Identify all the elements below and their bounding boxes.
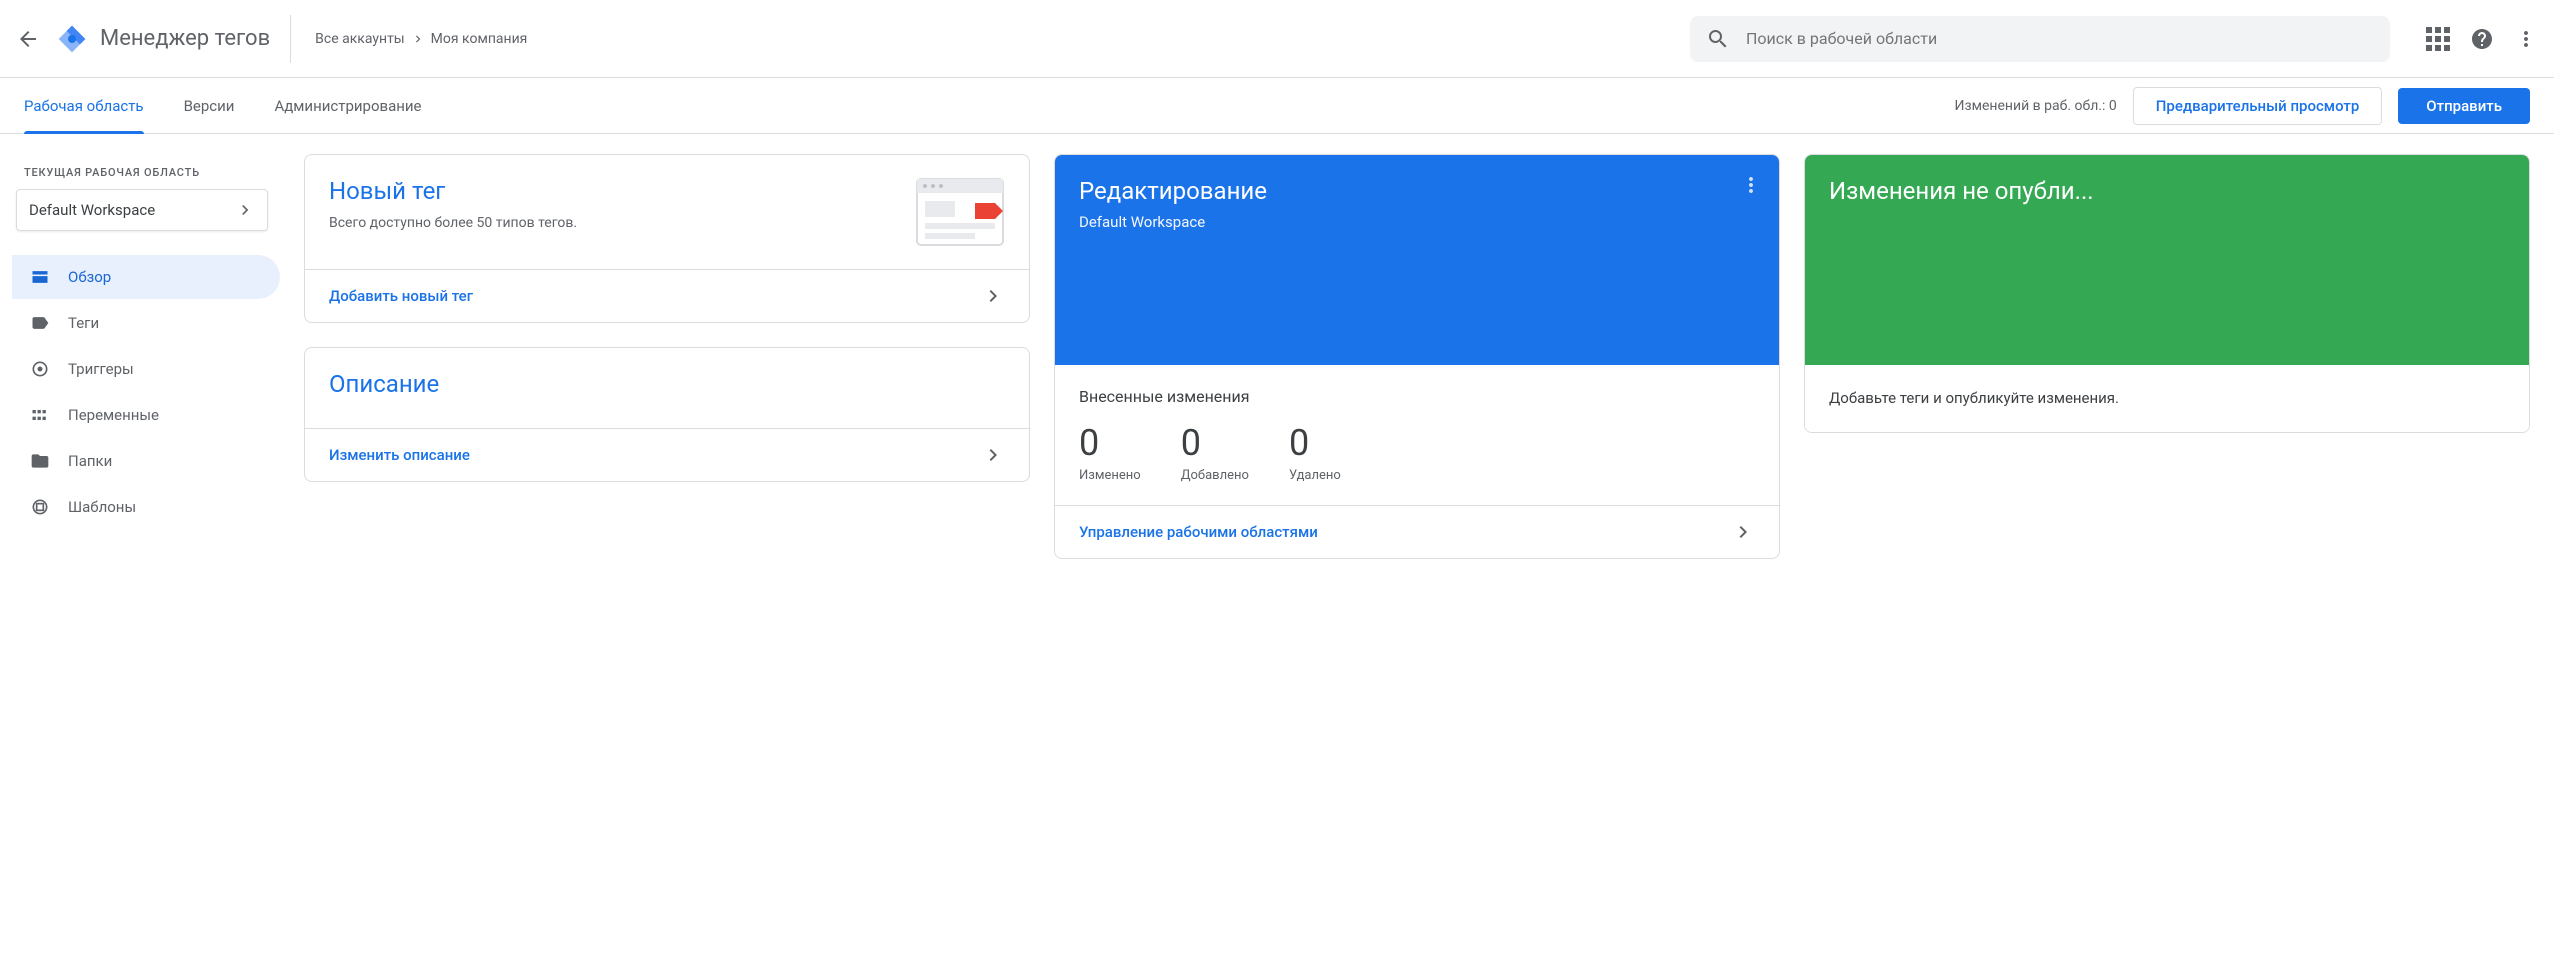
description-title: Описание <box>329 370 1005 398</box>
more-vert-icon <box>2514 27 2538 51</box>
search-box[interactable] <box>1690 16 2390 62</box>
chevron-right-icon <box>235 200 255 220</box>
tab-versions[interactable]: Версии <box>184 78 235 134</box>
apps-grid-icon <box>2426 27 2450 51</box>
chevron-right-icon <box>981 443 1005 467</box>
secondary-bar: Рабочая область Версии Администрирование… <box>0 78 2554 134</box>
changes-count: Изменений в раб. обл.: 0 <box>1955 98 2117 114</box>
stat-added: 0 Добавлено <box>1181 422 1249 483</box>
unpublished-title: Изменения не опубли... <box>1829 177 2505 205</box>
sidebar-item-label: Обзор <box>68 268 111 286</box>
stat-value: 0 <box>1079 422 1141 464</box>
trigger-icon <box>30 359 50 379</box>
apps-button[interactable] <box>2426 27 2450 51</box>
new-tag-subtitle: Всего доступно более 50 типов тегов. <box>329 213 899 234</box>
chevron-right-icon <box>1731 520 1755 544</box>
search-icon <box>1706 27 1730 51</box>
stat-value: 0 <box>1289 422 1341 464</box>
chevron-right-icon <box>411 32 425 46</box>
action-label: Управление рабочими областями <box>1079 523 1318 541</box>
unpublished-card: Изменения не опубли... Добавьте теги и о… <box>1804 154 2530 433</box>
more-button[interactable] <box>2514 27 2538 51</box>
overview-icon <box>30 267 50 287</box>
variables-icon <box>30 405 50 425</box>
submit-button[interactable]: Отправить <box>2398 88 2530 124</box>
sidebar-item-triggers[interactable]: Триггеры <box>12 347 280 391</box>
editing-menu-button[interactable] <box>1739 173 1763 197</box>
action-label: Добавить новый тег <box>329 287 473 305</box>
sidebar: ТЕКУЩАЯ РАБОЧАЯ ОБЛАСТЬ Default Workspac… <box>0 154 280 559</box>
preview-button[interactable]: Предварительный просмотр <box>2133 87 2383 125</box>
changes-heading: Внесенные изменения <box>1079 387 1755 406</box>
sidebar-item-folders[interactable]: Папки <box>12 439 280 483</box>
sidebar-item-label: Папки <box>68 452 112 470</box>
sidebar-item-label: Шаблоны <box>68 498 136 516</box>
tab-workspace[interactable]: Рабочая область <box>24 78 144 134</box>
arrow-left-icon <box>16 27 40 51</box>
sidebar-item-overview[interactable]: Обзор <box>12 255 280 299</box>
breadcrumb: Все аккаунты Моя компания <box>315 31 527 47</box>
sidebar-item-label: Переменные <box>68 406 159 424</box>
content-grid: Новый тег Всего доступно более 50 типов … <box>280 154 2554 559</box>
workspace-name: Default Workspace <box>29 201 155 219</box>
edit-description-action[interactable]: Изменить описание <box>305 428 1029 481</box>
sidebar-item-variables[interactable]: Переменные <box>12 393 280 437</box>
sidebar-item-tags[interactable]: Теги <box>12 301 280 345</box>
sidebar-item-label: Теги <box>68 314 99 332</box>
stat-label: Удалено <box>1289 468 1341 483</box>
new-tag-title: Новый тег <box>329 177 899 205</box>
chevron-right-icon <box>981 284 1005 308</box>
workspace-selector[interactable]: Default Workspace <box>16 189 268 231</box>
stat-value: 0 <box>1181 422 1249 464</box>
top-bar: Менеджер тегов Все аккаунты Моя компания <box>0 0 2554 78</box>
stat-modified: 0 Изменено <box>1079 422 1141 483</box>
breadcrumb-company[interactable]: Моя компания <box>431 31 528 47</box>
editing-title: Редактирование <box>1079 177 1755 205</box>
stat-label: Добавлено <box>1181 468 1249 483</box>
sidebar-item-label: Триггеры <box>68 360 134 378</box>
tag-icon <box>30 313 50 333</box>
back-button[interactable] <box>16 27 40 51</box>
breadcrumb-all-accounts[interactable]: Все аккаунты <box>315 31 405 47</box>
description-card: Описание Изменить описание <box>304 347 1030 482</box>
folder-icon <box>30 451 50 471</box>
tab-admin[interactable]: Администрирование <box>274 78 421 134</box>
templates-icon <box>30 497 50 517</box>
main-area: ТЕКУЩАЯ РАБОЧАЯ ОБЛАСТЬ Default Workspac… <box>0 134 2554 579</box>
action-label: Изменить описание <box>329 446 470 464</box>
secondary-actions: Изменений в раб. обл.: 0 Предварительный… <box>1955 87 2530 125</box>
more-vert-icon <box>1739 173 1763 197</box>
editing-subtitle: Default Workspace <box>1079 213 1755 231</box>
new-tag-card: Новый тег Всего доступно более 50 типов … <box>304 154 1030 323</box>
stat-label: Изменено <box>1079 468 1141 483</box>
help-icon <box>2470 27 2494 51</box>
top-actions <box>2426 27 2538 51</box>
search-input[interactable] <box>1746 29 2374 48</box>
unpublished-body: Добавьте теги и опубликуйте изменения. <box>1805 365 2529 432</box>
stats-row: 0 Изменено 0 Добавлено 0 Удалено <box>1079 422 1755 483</box>
gtm-logo-icon <box>56 23 88 55</box>
logo-section: Менеджер тегов <box>56 15 291 63</box>
manage-workspaces-action[interactable]: Управление рабочими областями <box>1055 505 1779 558</box>
tag-illustration-icon <box>915 177 1005 247</box>
help-button[interactable] <box>2470 27 2494 51</box>
stat-deleted: 0 Удалено <box>1289 422 1341 483</box>
editing-card: Редактирование Default Workspace Внесенн… <box>1054 154 1780 559</box>
app-title: Менеджер тегов <box>100 26 270 51</box>
current-workspace-label: ТЕКУЩАЯ РАБОЧАЯ ОБЛАСТЬ <box>24 166 280 179</box>
add-new-tag-action[interactable]: Добавить новый тег <box>305 269 1029 322</box>
sidebar-item-templates[interactable]: Шаблоны <box>12 485 280 529</box>
